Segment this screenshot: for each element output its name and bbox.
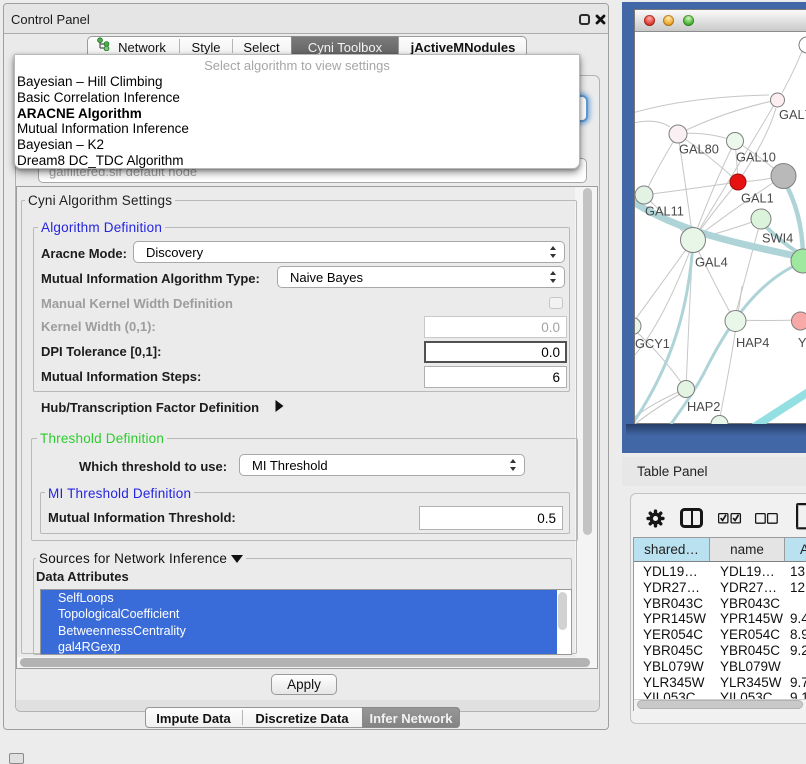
svg-text:Y: Y (798, 335, 806, 350)
svg-text:SWI4: SWI4 (762, 231, 793, 246)
svg-text:GAL10: GAL10 (736, 150, 776, 165)
svg-text:GCY1: GCY1 (635, 336, 670, 351)
svg-text:GAL80: GAL80 (679, 142, 719, 157)
svg-text:GAL7: GAL7 (779, 107, 806, 122)
svg-text:GAL4: GAL4 (695, 255, 728, 270)
svg-text:GAL1: GAL1 (741, 191, 774, 206)
svg-text:HAP2: HAP2 (687, 399, 720, 414)
svg-text:GAL11: GAL11 (645, 204, 684, 219)
svg-text:HAP4: HAP4 (736, 335, 769, 350)
